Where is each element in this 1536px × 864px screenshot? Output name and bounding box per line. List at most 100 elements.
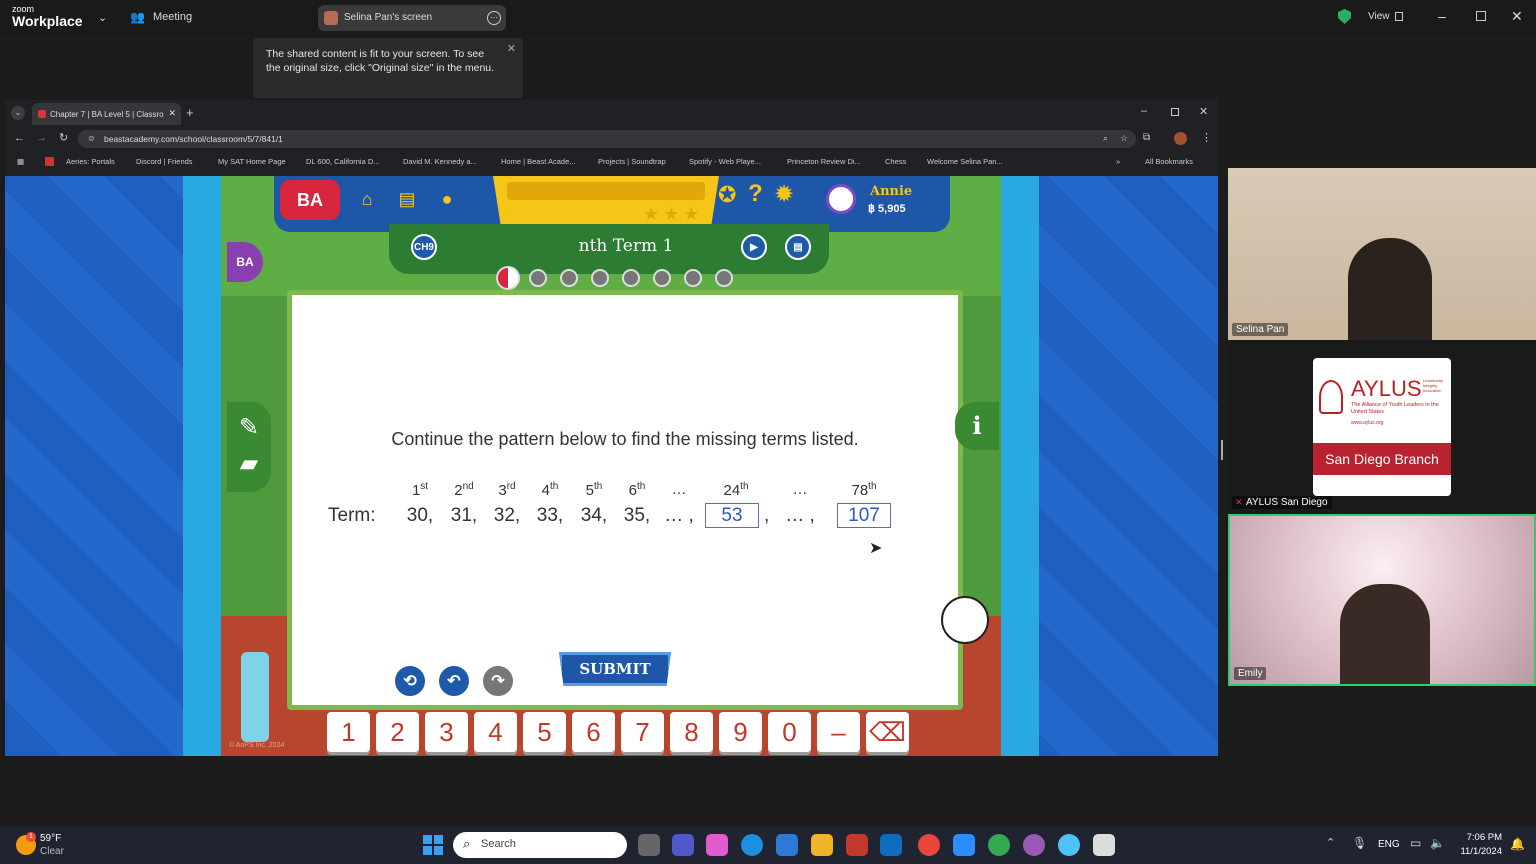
all-bookmarks[interactable]: All Bookmarks	[1145, 157, 1193, 166]
microphone-icon[interactable]: 🎙	[1352, 836, 1367, 850]
video-tile-selina[interactable]: Selina Pan	[1228, 168, 1536, 340]
task-view-icon[interactable]	[638, 834, 660, 856]
user-avatar[interactable]	[826, 184, 856, 214]
win-close-icon[interactable]: ✕	[1199, 105, 1208, 118]
zoom-lens-icon[interactable]: ⌕	[1103, 133, 1108, 144]
help-icon[interactable]: ?	[748, 180, 763, 208]
pencil-icon[interactable]: ✎	[227, 410, 271, 446]
minimize-icon[interactable]: –	[1438, 8, 1446, 24]
video-tile-aylus[interactable]: AYLUS Leadership Integrity Innovation The …	[1228, 341, 1536, 513]
bookmark-5[interactable]: Home | Beast Acade...	[501, 157, 576, 166]
key-backspace-icon[interactable]: ⌫	[866, 712, 909, 752]
store-icon[interactable]	[776, 834, 798, 856]
win-minimize-icon[interactable]: –	[1141, 105, 1147, 117]
video-tile-emily[interactable]: Emily	[1228, 514, 1536, 686]
screen-share-pill[interactable]: Selina Pan's screen ⋯	[318, 5, 506, 31]
panel-resize-handle[interactable]	[1221, 440, 1223, 460]
undo-icon[interactable]: ↶	[437, 664, 471, 698]
file-explorer-icon[interactable]	[811, 834, 833, 856]
profile-avatar[interactable]	[1174, 132, 1187, 145]
key-7[interactable]: 7	[621, 712, 664, 752]
bookmark-0[interactable]: Aeries: Portals	[66, 157, 115, 166]
show-hidden-icons[interactable]: ⌃	[1326, 836, 1335, 849]
play-icon[interactable]: ▶	[741, 234, 767, 260]
home-icon[interactable]: ⌂	[352, 184, 382, 214]
language-indicator[interactable]: ENG	[1378, 839, 1400, 850]
bookmark-2[interactable]: My SAT Home Page	[218, 157, 286, 166]
eraser-icon[interactable]: ▰	[227, 446, 271, 482]
key-0[interactable]: 0	[768, 712, 811, 752]
key-5[interactable]: 5	[523, 712, 566, 752]
site-info-icon[interactable]: ⊜	[88, 134, 95, 143]
more-bookmarks-icon[interactable]: »	[1116, 157, 1120, 166]
notification-icon[interactable]: 🔔	[1510, 837, 1525, 851]
key-6[interactable]: 6	[572, 712, 615, 752]
windows-start-icon[interactable]	[423, 835, 443, 855]
chapter-badge[interactable]: CH9	[411, 234, 437, 260]
video-icon[interactable]: ●	[432, 184, 462, 214]
app-icon[interactable]	[1058, 834, 1080, 856]
chrome-icon[interactable]	[918, 834, 940, 856]
tab-close-icon[interactable]: ✕	[168, 108, 176, 119]
mcafee-icon[interactable]	[846, 834, 868, 856]
outlook-icon[interactable]	[880, 834, 902, 856]
network-icon[interactable]: ▭	[1410, 836, 1421, 850]
key-9[interactable]: 9	[719, 712, 762, 752]
zoom-app-icon[interactable]	[953, 834, 975, 856]
star-icon[interactable]: ☆	[1120, 133, 1128, 144]
chrome-profile-icon[interactable]	[1023, 834, 1045, 856]
chrome-menu-icon[interactable]: ⋮	[1201, 131, 1212, 144]
answer-input-78th[interactable]: 107	[837, 503, 891, 528]
extensions-icon[interactable]: ⧉	[1143, 132, 1150, 143]
tooltip-close-icon[interactable]: ✕	[507, 42, 516, 56]
bookmark-3[interactable]: DL 600, California D...	[306, 157, 380, 166]
taskbar-search[interactable]: ⌕ Search	[453, 832, 627, 858]
answer-input-24th[interactable]: 53	[705, 503, 759, 528]
tab-chapter-7[interactable]: Chapter 7 | BA Level 5 | Classro ✕	[32, 103, 181, 125]
clock-date[interactable]: 11/1/2024	[1446, 846, 1502, 857]
snipping-tool-icon[interactable]	[1093, 834, 1115, 856]
book-icon[interactable]: ▤	[392, 184, 422, 214]
redo-icon[interactable]: ↷	[481, 664, 515, 698]
copilot-icon[interactable]	[706, 834, 728, 856]
key-4[interactable]: 4	[474, 712, 517, 752]
key-8[interactable]: 8	[670, 712, 713, 752]
teams-icon[interactable]	[672, 834, 694, 856]
win-restore-icon[interactable]	[1171, 108, 1179, 116]
lesson-book-icon[interactable]: ▤	[785, 234, 811, 260]
reload-icon[interactable]: ↻	[59, 131, 68, 144]
close-icon[interactable]: ✕	[1511, 8, 1523, 25]
submit-button[interactable]: SUBMIT	[559, 652, 671, 686]
bookmark-gmail-icon[interactable]	[45, 157, 54, 166]
tab-list-icon[interactable]: ⌄	[11, 106, 25, 120]
bookmark-7[interactable]: Spotify - Web Playe...	[689, 157, 761, 166]
address-bar[interactable]: ⊜ beastacademy.com/school/classroom/5/7/…	[78, 130, 1136, 148]
apps-icon[interactable]: ▦	[17, 157, 24, 166]
chrome-profile-icon[interactable]	[988, 834, 1010, 856]
award-icon[interactable]: ✪	[718, 182, 736, 208]
view-menu-button[interactable]: View	[1368, 11, 1390, 22]
key-minus[interactable]: –	[817, 712, 860, 752]
key-1[interactable]: 1	[327, 712, 370, 752]
bookmark-6[interactable]: Projects | Soundtrap	[598, 157, 666, 166]
more-options-icon[interactable]: ⋯	[487, 11, 501, 25]
edge-icon[interactable]	[741, 834, 763, 856]
info-icon[interactable]: i	[955, 402, 999, 450]
problem-dot-current[interactable]	[496, 266, 520, 290]
volume-icon[interactable]: 🔈	[1430, 836, 1445, 850]
bookmark-10[interactable]: Welcome Selina Pan...	[927, 157, 1003, 166]
forward-icon[interactable]: →	[36, 132, 47, 144]
bookmark-1[interactable]: Discord | Friends	[136, 157, 193, 166]
new-tab-icon[interactable]: +	[186, 105, 194, 120]
maximize-icon[interactable]	[1476, 11, 1486, 21]
meeting-button[interactable]: 👥 Meeting	[130, 10, 192, 24]
reset-icon[interactable]: ⟲	[393, 664, 427, 698]
settings-icon[interactable]: ✹	[774, 180, 794, 209]
beast-academy-logo[interactable]: BA	[280, 180, 340, 220]
bookmark-8[interactable]: Princeton Review Di...	[787, 157, 861, 166]
clock-time[interactable]: 7:06 PM	[1456, 832, 1502, 843]
key-2[interactable]: 2	[376, 712, 419, 752]
key-3[interactable]: 3	[425, 712, 468, 752]
back-icon[interactable]: ←	[14, 132, 25, 144]
bookmark-9[interactable]: Chess	[885, 157, 906, 166]
